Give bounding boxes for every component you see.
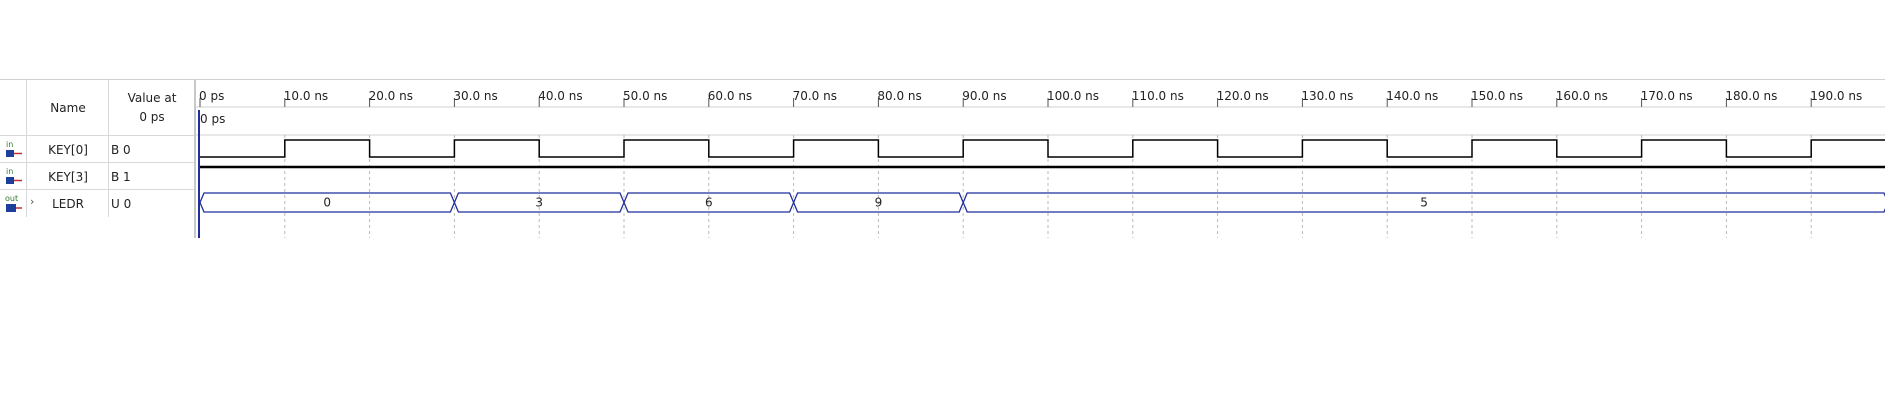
cursor-time-label: 0 ps <box>200 112 225 126</box>
ledr-value-label: 3 <box>535 196 543 210</box>
ruler-tick-label: 40.0 ns <box>538 89 582 103</box>
signal-name: LEDR <box>26 190 109 217</box>
name-column-header[interactable]: Name <box>26 80 109 135</box>
signal-table: Name Value at 0 ps in KEY[0] B 0 in KEY[… <box>0 80 196 238</box>
signal-row-key0[interactable]: in KEY[0] B 0 <box>0 135 194 163</box>
signal-row-key3[interactable]: in KEY[3] B 1 <box>0 162 194 190</box>
waveform-panel[interactable]: 0 ps 10.0 ns 20.0 ns 30.0 ns 40.0 ns 50.0 ns 6… <box>196 80 1885 238</box>
ledr-value-label: 6 <box>705 196 713 210</box>
ruler-tick-label: 60.0 ns <box>708 89 752 103</box>
ruler-tick-label: 180.0 ns <box>1725 89 1777 103</box>
signal-name: KEY[0] <box>26 136 109 163</box>
waveform-canvas[interactable]: 0 ps 10.0 ns 20.0 ns 30.0 ns 40.0 ns 50.0 ns 6… <box>196 80 1885 238</box>
signal-name: KEY[3] <box>26 163 109 190</box>
ruler-tick-label: 0 ps <box>199 89 224 103</box>
ruler-tick-label: 20.0 ns <box>369 89 413 103</box>
ruler-tick-label: 170.0 ns <box>1641 89 1693 103</box>
output-pin-icon: out <box>2 193 24 215</box>
ledr-value-label: 9 <box>875 196 883 210</box>
signal-value: B 1 <box>108 163 193 190</box>
ruler-tick-label: 10.0 ns <box>284 89 328 103</box>
ruler-tick-label: 80.0 ns <box>877 89 921 103</box>
signal-row-ledr[interactable]: out › LEDR U 0 <box>0 189 194 217</box>
ruler-tick-label: 160.0 ns <box>1556 89 1608 103</box>
signal-value: U 0 <box>108 190 193 217</box>
signal-value: B 0 <box>108 136 193 163</box>
svg-text:in: in <box>6 167 13 176</box>
ledr-value-label: 0 <box>323 196 331 210</box>
svg-text:in: in <box>6 140 13 149</box>
input-pin-icon: in <box>2 139 24 161</box>
ruler-tick-label: 130.0 ns <box>1301 89 1353 103</box>
name-header-label: Name <box>50 100 86 115</box>
svg-text:out: out <box>5 194 18 203</box>
ruler-tick-label: 30.0 ns <box>453 89 497 103</box>
ruler-tick-label: 70.0 ns <box>793 89 837 103</box>
ruler-tick-label: 190.0 ns <box>1810 89 1862 103</box>
ruler-tick-label: 90.0 ns <box>962 89 1006 103</box>
ruler-tick-label: 110.0 ns <box>1132 89 1184 103</box>
value-header-line1: Value at <box>127 90 177 105</box>
value-header-line2: 0 ps <box>139 109 165 124</box>
ledr-value-label: 5 <box>1420 196 1428 210</box>
input-pin-icon: in <box>2 166 24 188</box>
ruler-tick-label: 50.0 ns <box>623 89 667 103</box>
ruler-tick-label: 140.0 ns <box>1386 89 1438 103</box>
value-column-header[interactable]: Value at 0 ps <box>108 80 195 135</box>
ruler-tick-label: 120.0 ns <box>1217 89 1269 103</box>
waveform-viewer: Name Value at 0 ps in KEY[0] B 0 in KEY[… <box>0 79 1885 238</box>
key0-waveform <box>200 139 1885 158</box>
ruler-tick-label: 100.0 ns <box>1047 89 1099 103</box>
ruler-tick-label: 150.0 ns <box>1471 89 1523 103</box>
